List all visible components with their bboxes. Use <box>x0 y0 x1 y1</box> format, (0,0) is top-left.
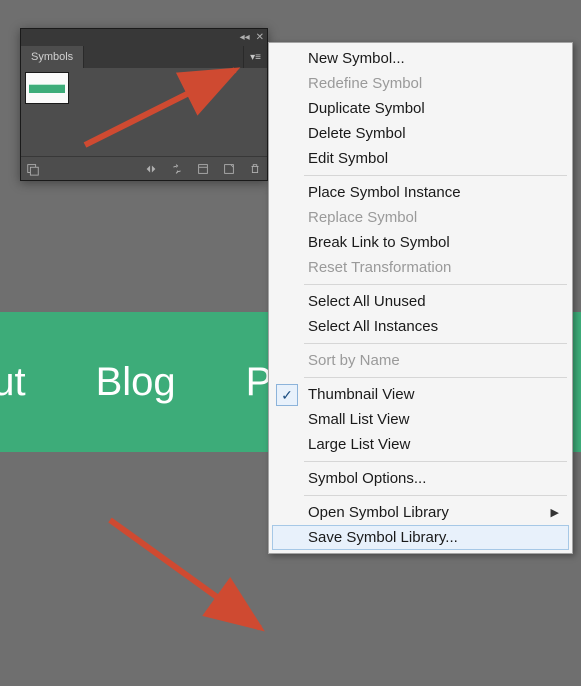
menu-item-label: Reset Transformation <box>308 259 451 276</box>
symbols-panel: ◂◂ ✕ Symbols ▾≡ <box>20 28 268 181</box>
library-menu-icon[interactable] <box>25 161 41 177</box>
menu-separator <box>304 495 567 496</box>
place-instance-icon[interactable] <box>143 161 159 177</box>
panel-body[interactable] <box>21 68 267 156</box>
menu-item-label: Save Symbol Library... <box>308 529 458 546</box>
menu-item: Reset Transformation <box>272 255 569 280</box>
menu-separator <box>304 461 567 462</box>
panel-titlebar: ◂◂ ✕ <box>21 29 267 46</box>
menu-item-label: Select All Unused <box>308 293 426 310</box>
menu-item: Redefine Symbol <box>272 71 569 96</box>
new-symbol-icon[interactable] <box>221 161 237 177</box>
menu-item-label: Small List View <box>308 411 409 428</box>
menu-item[interactable]: Small List View <box>272 407 569 432</box>
break-link-icon[interactable] <box>169 161 185 177</box>
symbol-thumbnail[interactable] <box>25 72 69 104</box>
menu-item-label: Duplicate Symbol <box>308 100 425 117</box>
menu-item[interactable]: Select All Instances <box>272 314 569 339</box>
menu-item-label: Place Symbol Instance <box>308 184 461 201</box>
menu-item-label: Delete Symbol <box>308 125 406 142</box>
symbol-options-icon[interactable] <box>195 161 211 177</box>
menu-separator <box>304 284 567 285</box>
menu-item[interactable]: Delete Symbol <box>272 121 569 146</box>
menu-item[interactable]: Duplicate Symbol <box>272 96 569 121</box>
nav-item[interactable]: Blog <box>96 360 176 405</box>
menu-item[interactable]: New Symbol... <box>272 46 569 71</box>
menu-item[interactable]: Save Symbol Library... <box>272 525 569 550</box>
menu-item-label: Redefine Symbol <box>308 75 422 92</box>
menu-item-label: Select All Instances <box>308 318 438 335</box>
checkmark-icon: ✓ <box>276 384 298 406</box>
panel-flyout-menu-button[interactable]: ▾≡ <box>243 46 267 68</box>
menu-item[interactable]: Large List View <box>272 432 569 457</box>
panel-footer <box>21 156 267 180</box>
menu-separator <box>304 377 567 378</box>
symbols-flyout-menu: New Symbol... Redefine Symbol Duplicate Sy… <box>268 42 573 554</box>
panel-tab-symbols[interactable]: Symbols <box>21 46 84 68</box>
menu-item-label: Break Link to Symbol <box>308 234 450 251</box>
menu-separator <box>304 175 567 176</box>
menu-item-label: Sort by Name <box>308 352 400 369</box>
menu-item[interactable]: ✓ Thumbnail View <box>272 382 569 407</box>
menu-separator <box>304 343 567 344</box>
menu-item[interactable]: Edit Symbol <box>272 146 569 171</box>
menu-item: Replace Symbol <box>272 205 569 230</box>
collapse-icon[interactable]: ◂◂ <box>240 32 250 43</box>
symbol-preview <box>29 84 65 93</box>
submenu-arrow-icon: ▶ <box>551 506 559 519</box>
menu-item[interactable]: Symbol Options... <box>272 466 569 491</box>
menu-item-label: Edit Symbol <box>308 150 388 167</box>
menu-item-label: Open Symbol Library <box>308 504 449 521</box>
menu-item[interactable]: Break Link to Symbol <box>272 230 569 255</box>
close-icon[interactable]: ✕ <box>256 32 264 43</box>
menu-item[interactable]: Place Symbol Instance <box>272 180 569 205</box>
menu-item[interactable]: Open Symbol Library ▶ <box>272 500 569 525</box>
panel-tabs: Symbols ▾≡ <box>21 46 267 68</box>
panel-tab-label: Symbols <box>31 51 73 63</box>
menu-item-label: Thumbnail View <box>308 386 414 403</box>
flyout-menu-icon: ▾≡ <box>250 52 261 63</box>
menu-item-label: Replace Symbol <box>308 209 417 226</box>
annotation-arrow-icon <box>100 510 290 660</box>
menu-item-label: Large List View <box>308 436 410 453</box>
menu-item-label: New Symbol... <box>308 50 405 67</box>
menu-item-label: Symbol Options... <box>308 470 426 487</box>
nav-item[interactable]: out <box>0 360 26 405</box>
menu-item[interactable]: Select All Unused <box>272 289 569 314</box>
delete-symbol-icon[interactable] <box>247 161 263 177</box>
menu-item: Sort by Name <box>272 348 569 373</box>
